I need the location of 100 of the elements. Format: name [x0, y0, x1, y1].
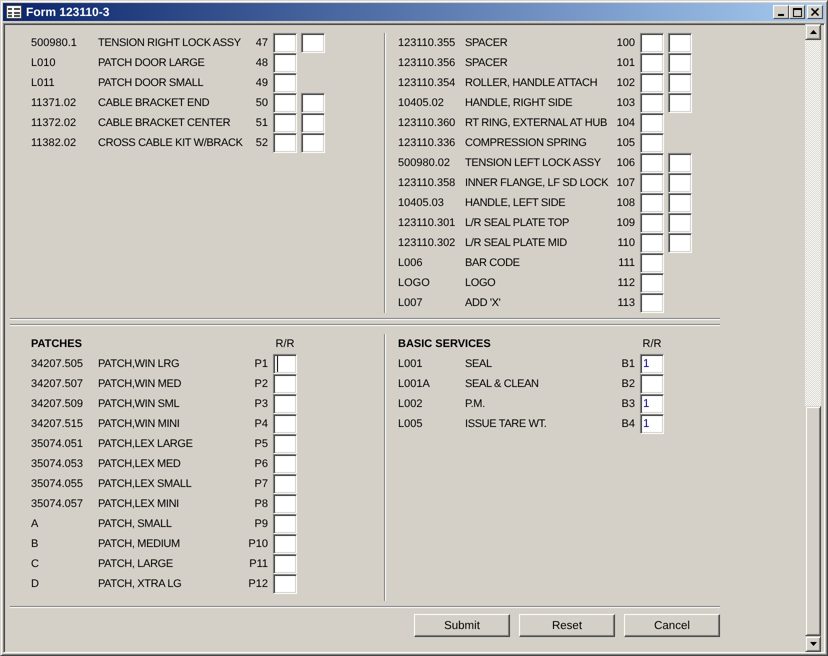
quantity-field[interactable] — [668, 33, 692, 53]
line-number: P11 — [248, 558, 268, 570]
quantity-field[interactable] — [668, 173, 692, 193]
quantity-field[interactable] — [640, 273, 664, 293]
line-number: P9 — [254, 518, 268, 530]
part-description: ROLLER, HANDLE ATTACH — [465, 77, 598, 89]
close-button[interactable] — [807, 5, 823, 19]
quantity-field[interactable] — [301, 93, 325, 113]
quantity-field[interactable] — [640, 93, 664, 113]
part-description: PATCH, SMALL — [98, 518, 173, 530]
quantity-field[interactable] — [273, 554, 297, 574]
minimize-button[interactable] — [773, 5, 789, 19]
service-code: L001A — [398, 378, 431, 390]
quantity-field[interactable] — [640, 253, 664, 273]
quantity-field[interactable] — [640, 153, 664, 173]
up-arrow-icon — [810, 30, 816, 34]
section-title: BASIC SERVICES — [398, 338, 492, 350]
quantity-field[interactable] — [640, 113, 664, 133]
part-code: B — [31, 538, 40, 550]
quantity-field[interactable] — [668, 93, 692, 113]
quantity-field[interactable] — [301, 133, 325, 153]
quantity-field[interactable] — [668, 53, 692, 73]
column-label: R/R — [642, 338, 662, 350]
part-code: C — [31, 558, 40, 570]
quantity-field[interactable] — [273, 354, 297, 374]
line-number: 50 — [254, 97, 268, 109]
part-description: PATCH,WIN SML — [98, 398, 180, 410]
scroll-up-button[interactable] — [805, 24, 821, 40]
service-code: L002 — [398, 398, 424, 410]
quantity-field[interactable]: 1 — [640, 414, 664, 434]
scroll-down-button[interactable] — [805, 636, 821, 652]
form-button[interactable]: Cancel — [624, 614, 720, 637]
scrollbar-thumb[interactable] — [805, 406, 821, 636]
quantity-field[interactable] — [273, 374, 297, 394]
form-button[interactable]: Submit — [414, 614, 510, 637]
scrollbar[interactable] — [805, 24, 821, 652]
quantity-field[interactable] — [273, 394, 297, 414]
quantity-field[interactable] — [640, 173, 664, 193]
quantity-field[interactable] — [668, 213, 692, 233]
service-code: L005 — [398, 418, 424, 430]
quantity-field[interactable] — [273, 434, 297, 454]
quantity-field[interactable]: 1 — [640, 394, 664, 414]
quantity-field[interactable] — [273, 133, 297, 153]
quantity-field[interactable] — [273, 113, 297, 133]
part-description: PATCH, MEDIUM — [98, 538, 181, 550]
quantity-field[interactable]: 1 — [640, 354, 664, 374]
service-description: SEAL — [465, 358, 493, 370]
quantity-field[interactable] — [301, 33, 325, 53]
quantity-field[interactable] — [273, 93, 297, 113]
part-description: PATCH,LEX SMALL — [98, 478, 192, 490]
maximize-button[interactable] — [789, 5, 805, 19]
quantity-field[interactable] — [273, 534, 297, 554]
quantity-field[interactable] — [640, 293, 664, 313]
quantity-field[interactable] — [640, 133, 664, 153]
quantity-field[interactable] — [640, 53, 664, 73]
quantity-field[interactable] — [273, 574, 297, 594]
quantity-field[interactable] — [273, 33, 297, 53]
quantity-field[interactable] — [668, 193, 692, 213]
quantity-field[interactable] — [640, 213, 664, 233]
part-code: L011 — [31, 77, 56, 89]
part-description: ADD 'X' — [465, 297, 502, 309]
part-code: 123110.354 — [398, 77, 456, 89]
quantity-field[interactable] — [640, 193, 664, 213]
line-number: 49 — [254, 77, 268, 89]
part-code: 34207.507 — [31, 378, 84, 390]
quantity-field[interactable] — [273, 53, 297, 73]
form-button[interactable]: Reset — [519, 614, 615, 637]
quantity-field[interactable] — [640, 33, 664, 53]
quantity-field[interactable] — [273, 454, 297, 474]
part-code: 35074.055 — [31, 478, 84, 490]
window-title: Form 123110-3 — [26, 5, 110, 19]
part-description: PATCH,WIN MED — [98, 378, 182, 390]
quantity-field[interactable] — [273, 494, 297, 514]
quantity-field[interactable] — [301, 113, 325, 133]
part-code: 500980.1 — [31, 37, 78, 49]
part-description: LOGO — [465, 277, 496, 289]
maximize-icon — [792, 8, 802, 17]
quantity-field[interactable] — [273, 414, 297, 434]
quantity-field[interactable] — [668, 233, 692, 253]
line-number: P3 — [254, 398, 268, 410]
line-number: P7 — [254, 478, 268, 490]
quantity-field[interactable] — [640, 73, 664, 93]
part-description: PATCH DOOR SMALL — [98, 77, 204, 89]
part-description: PATCH,LEX MINI — [98, 498, 180, 510]
part-description: PATCH,LEX LARGE — [98, 438, 194, 450]
quantity-field[interactable] — [273, 514, 297, 534]
quantity-field[interactable] — [668, 73, 692, 93]
part-description: TENSION LEFT LOCK ASSY — [465, 157, 602, 169]
line-number: 105 — [616, 137, 635, 149]
quantity-field[interactable] — [668, 153, 692, 173]
quantity-field[interactable] — [640, 233, 664, 253]
close-icon — [811, 8, 819, 16]
part-description: PATCH,WIN LRG — [98, 358, 180, 370]
quantity-field[interactable] — [273, 474, 297, 494]
part-code: L010 — [31, 57, 56, 69]
part-code: L007 — [398, 297, 424, 309]
quantity-field[interactable] — [273, 73, 297, 93]
quantity-field[interactable] — [640, 374, 664, 394]
line-number: P12 — [247, 578, 268, 590]
line-number: 106 — [616, 157, 635, 169]
